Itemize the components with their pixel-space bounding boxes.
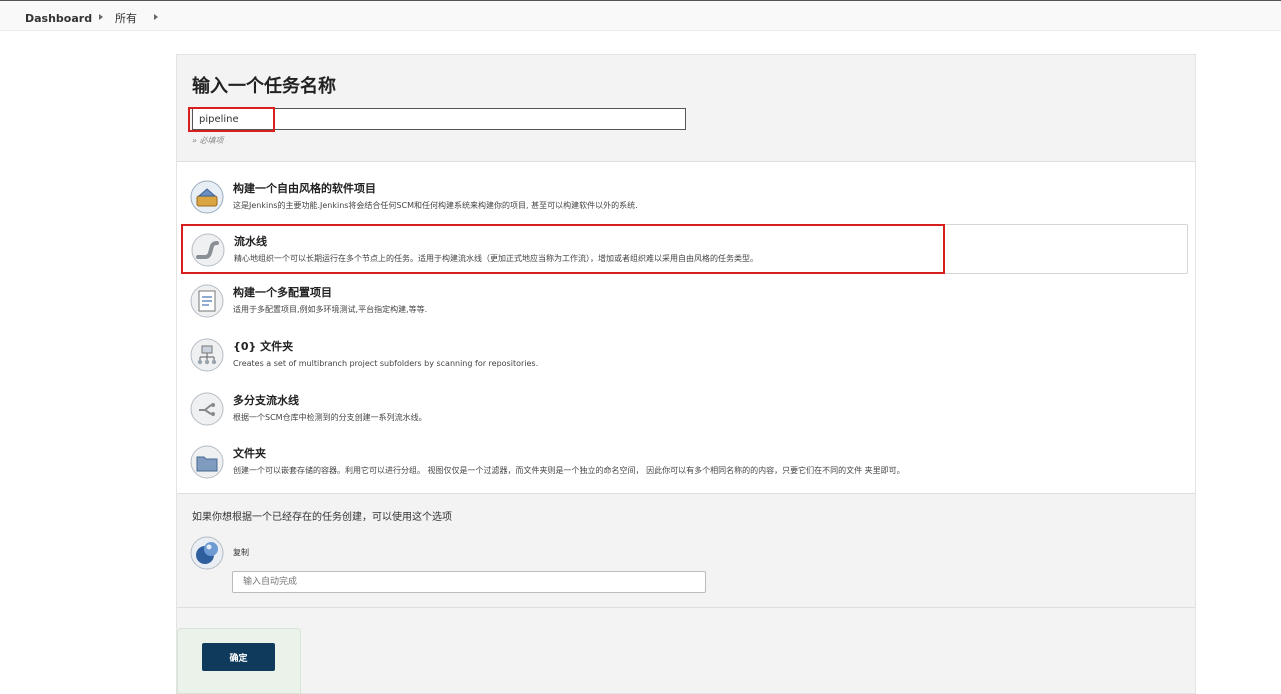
required-note: » 必填项: [192, 136, 224, 145]
divider: [177, 607, 1195, 608]
item-type-name: 构建一个自由风格的软件项目: [233, 182, 376, 195]
item-type-desc: 创建一个可以嵌套存储的容器。利用它可以进行分组。 视图仅仅是一个过滤器，而文件夹…: [233, 466, 905, 475]
copy-icon: [190, 536, 224, 570]
item-type-desc: 根据一个SCM仓库中检测到的分支创建一系列流水线。: [233, 413, 427, 422]
item-type-pipeline[interactable]: 流水线 精心地组织一个可以长期运行在多个节点上的任务。适用于构建流水线（更加正式…: [182, 224, 1188, 274]
page-title: 输入一个任务名称: [192, 76, 336, 97]
item-type-desc: Creates a set of multibranch project sub…: [233, 359, 539, 368]
copy-label: 复制: [233, 548, 249, 557]
item-type-multibranch-pipeline[interactable]: 多分支流水线 根据一个SCM仓库中检测到的分支创建一系列流水线。: [182, 384, 1188, 434]
freestyle-project-icon: [190, 180, 224, 214]
item-type-multi-config[interactable]: 构建一个多配置项目 适用于多配置项目,例如多环境测试,平台指定构建,等等.: [182, 276, 1188, 326]
pipeline-icon: [191, 233, 225, 267]
item-type-name: 构建一个多配置项目: [233, 286, 332, 299]
item-name-input[interactable]: [192, 108, 686, 130]
folder-icon: [190, 445, 224, 479]
ok-button[interactable]: 确定: [202, 643, 275, 671]
multi-config-icon: [190, 284, 224, 318]
breadcrumb-separator-icon[interactable]: [154, 14, 158, 20]
item-type-organization-folder[interactable]: {0} 文件夹 Creates a set of multibranch pro…: [182, 330, 1188, 380]
item-type-name: 流水线: [234, 235, 267, 248]
item-type-name: {0} 文件夹: [233, 340, 294, 353]
organization-folder-icon: [190, 338, 224, 372]
item-type-folder[interactable]: 文件夹 创建一个可以嵌套存储的容器。利用它可以进行分组。 视图仅仅是一个过滤器，…: [182, 437, 1188, 487]
item-type-desc: 精心地组织一个可以长期运行在多个节点上的任务。适用于构建流水线（更加正式地应当称…: [234, 254, 758, 263]
item-type-name: 多分支流水线: [233, 394, 299, 407]
item-type-desc: 这是Jenkins的主要功能.Jenkins将会结合任何SCM和任何构建系统来构…: [233, 201, 638, 210]
breadcrumb-dashboard[interactable]: Dashboard: [25, 12, 92, 26]
breadcrumb-bar: Dashboard 所有: [0, 0, 1281, 31]
item-type-freestyle[interactable]: 构建一个自由风格的软件项目 这是Jenkins的主要功能.Jenkins将会结合…: [182, 172, 1188, 222]
item-type-name: 文件夹: [233, 447, 266, 460]
item-type-desc: 适用于多配置项目,例如多环境测试,平台指定构建,等等.: [233, 305, 428, 314]
multibranch-pipeline-icon: [190, 392, 224, 426]
breadcrumb-all[interactable]: 所有: [115, 12, 137, 26]
breadcrumb-separator-icon[interactable]: [99, 14, 103, 20]
copy-from-input[interactable]: [232, 571, 706, 593]
copy-caption: 如果你想根据一个已经存在的任务创建，可以使用这个选项: [192, 512, 452, 523]
